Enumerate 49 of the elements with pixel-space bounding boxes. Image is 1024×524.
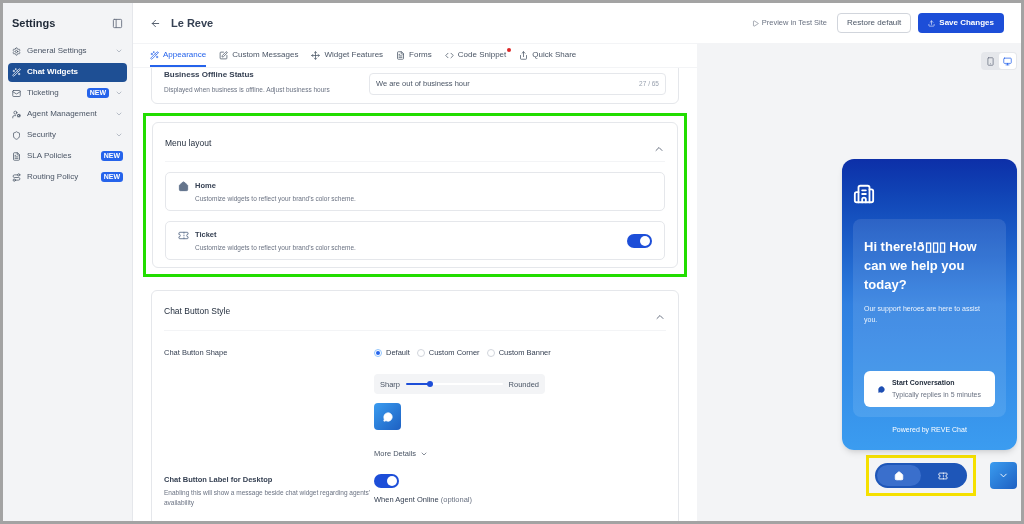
- collapse-widget-button[interactable]: [990, 462, 1017, 489]
- slider-track[interactable]: [406, 383, 503, 386]
- sidebar-item[interactable]: Agent Management: [8, 104, 127, 124]
- toggle-switch[interactable]: [627, 233, 652, 248]
- back-arrow-icon[interactable]: [150, 17, 161, 29]
- tab[interactable]: Custom Messages: [219, 49, 299, 67]
- panel-collapse-icon[interactable]: [112, 17, 123, 29]
- building-icon: [853, 183, 875, 205]
- chevron-down-icon[interactable]: [115, 131, 123, 139]
- sidebar-title: Settings: [12, 16, 56, 31]
- shield-icon: [12, 130, 21, 140]
- save-changes-button[interactable]: Save Changes: [918, 13, 1004, 33]
- tab[interactable]: Forms: [396, 49, 432, 67]
- greeting-heading: Hi there!ð▯▯▯ How can we help you today?: [864, 238, 978, 294]
- toggle-switch[interactable]: [374, 473, 399, 488]
- restore-default-button[interactable]: Restore default: [837, 13, 912, 33]
- slider-thumb[interactable]: [427, 381, 434, 388]
- play-icon: [751, 19, 759, 27]
- gear-icon: [12, 46, 21, 56]
- home-icon: [178, 181, 189, 192]
- upload-icon: [928, 19, 936, 27]
- monitor-icon[interactable]: [999, 53, 1016, 69]
- code-icon: [444, 50, 454, 60]
- document-icon: [12, 151, 21, 161]
- move-icon: [311, 50, 321, 60]
- magic-wand-icon: [150, 50, 159, 60]
- magic-wand-icon: [12, 67, 21, 77]
- edit-icon: [219, 50, 229, 60]
- route-icon: [12, 172, 21, 182]
- chevron-down-icon[interactable]: [115, 110, 123, 118]
- envelope-icon: [12, 88, 21, 98]
- sidebar-item[interactable]: General Settings: [8, 41, 127, 61]
- sidebar-item[interactable]: Security: [8, 125, 127, 145]
- tab[interactable]: Quick Share: [519, 49, 577, 67]
- form-icon: [396, 50, 406, 60]
- page-title: Le Reve: [171, 15, 215, 31]
- tab[interactable]: Widget Features: [311, 49, 384, 67]
- home-icon[interactable]: [877, 465, 921, 486]
- chat-bubble-icon: [382, 411, 393, 422]
- tab[interactable]: Code Snippet: [444, 49, 507, 67]
- setting-label: Business Offline Status: [164, 69, 255, 81]
- user-gear-icon: [12, 109, 21, 119]
- sidebar-item[interactable]: Chat Widgets: [8, 62, 127, 82]
- chevron-down-icon[interactable]: [115, 89, 123, 97]
- ticket-icon: [178, 230, 189, 241]
- section-title: Menu layout: [165, 137, 212, 150]
- chevron-down-icon[interactable]: [115, 47, 123, 55]
- share-icon: [519, 50, 529, 60]
- section-title: Chat Button Style: [164, 305, 231, 318]
